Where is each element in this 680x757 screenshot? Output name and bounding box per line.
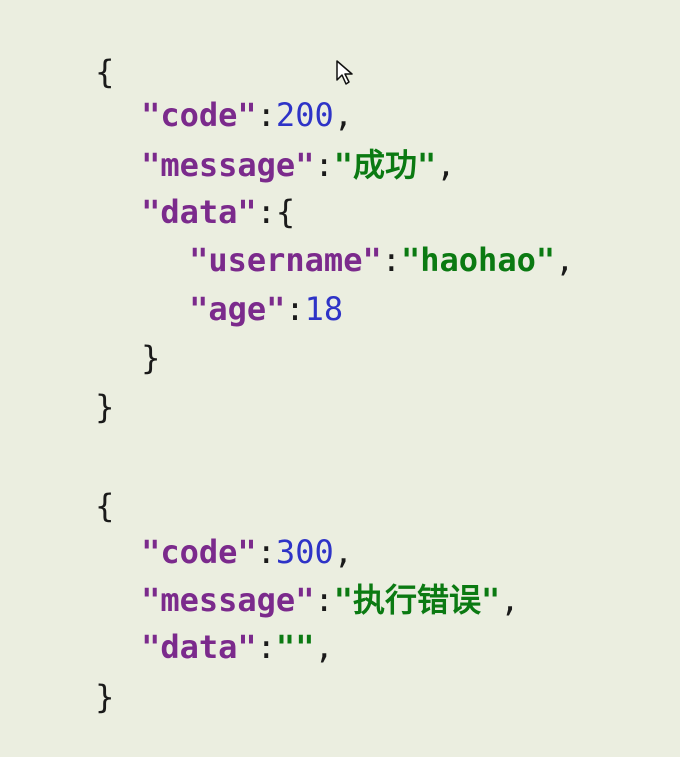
json-number: 18	[304, 290, 344, 328]
json-line-code: "code":200,	[64, 55, 353, 134]
comma: ,	[500, 581, 520, 619]
comma: ,	[314, 628, 334, 666]
json-string: "执行错误"	[333, 581, 501, 619]
brace: }	[141, 339, 161, 377]
brace: }	[95, 678, 115, 716]
json-line-data: "data":{	[64, 152, 295, 231]
mouse-pointer-icon	[336, 60, 353, 85]
json-line-username: "username":"haohao",	[112, 200, 574, 279]
colon: :	[314, 146, 334, 184]
json-key: "age"	[189, 290, 286, 328]
colon: :	[381, 241, 401, 279]
json-string: ""	[275, 628, 315, 666]
json-string: "成功"	[333, 146, 437, 184]
json-line-message: "message":"成功",	[64, 105, 455, 184]
json-line-age: "age":18	[112, 249, 343, 328]
json-brace-close: }	[18, 637, 114, 716]
json-key: "data"	[141, 628, 257, 666]
comma: ,	[436, 146, 456, 184]
comma: ,	[555, 241, 575, 279]
json-line-message: "message":"执行错误",	[64, 540, 519, 619]
json-brace-close: }	[64, 298, 160, 377]
json-line-code: "code":300,	[64, 492, 353, 571]
json-string: "haohao"	[400, 241, 556, 279]
json-brace-open: {	[18, 12, 114, 91]
brace: }	[95, 388, 115, 426]
json-brace-open: {	[18, 446, 114, 525]
colon: :	[256, 628, 276, 666]
colon: :	[285, 290, 305, 328]
json-brace-close: }	[18, 347, 114, 426]
json-line-data: "data":"",	[64, 587, 334, 666]
